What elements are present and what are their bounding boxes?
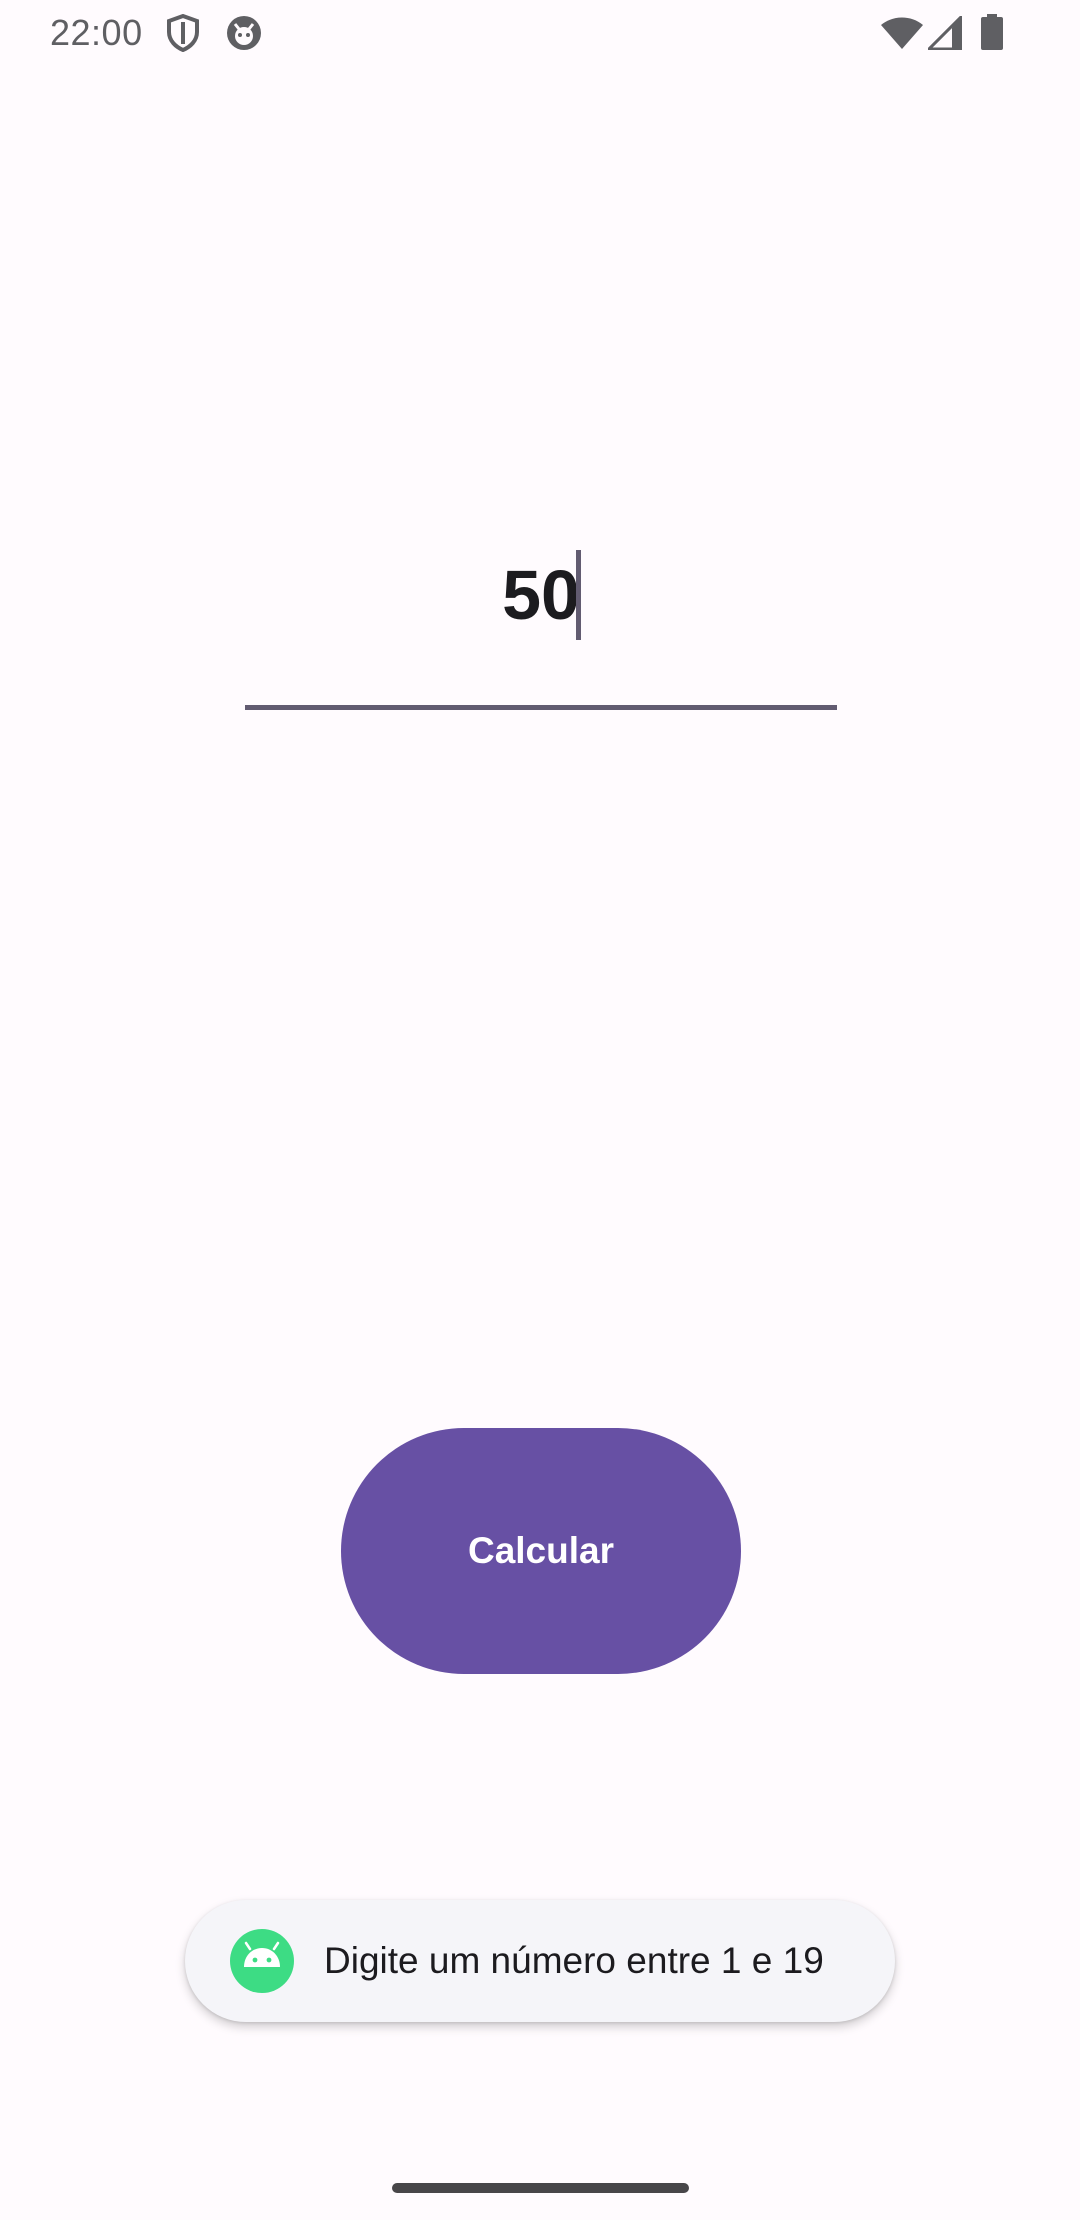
toast-text: Digite um número entre 1 e 19 xyxy=(324,1940,824,1981)
app-notification-icon xyxy=(227,16,261,50)
android-icon xyxy=(230,1929,294,1993)
toast-message: Digite um número entre 1 e 19 xyxy=(185,1900,895,2022)
cell-signal-icon xyxy=(928,16,962,50)
status-time: 22:00 xyxy=(50,12,143,53)
input-underline xyxy=(245,705,837,710)
status-bar: 22:00 xyxy=(0,0,1080,66)
shield-icon xyxy=(167,14,199,52)
wifi-icon xyxy=(881,17,923,49)
calcular-button-label: Calcular xyxy=(467,1530,614,1571)
calcular-button[interactable]: Calcular xyxy=(341,1428,741,1674)
battery-icon xyxy=(981,14,1003,50)
number-input-field[interactable] xyxy=(245,530,837,710)
number-input[interactable] xyxy=(245,530,837,660)
text-cursor xyxy=(576,550,581,640)
home-indicator[interactable] xyxy=(392,2183,689,2193)
